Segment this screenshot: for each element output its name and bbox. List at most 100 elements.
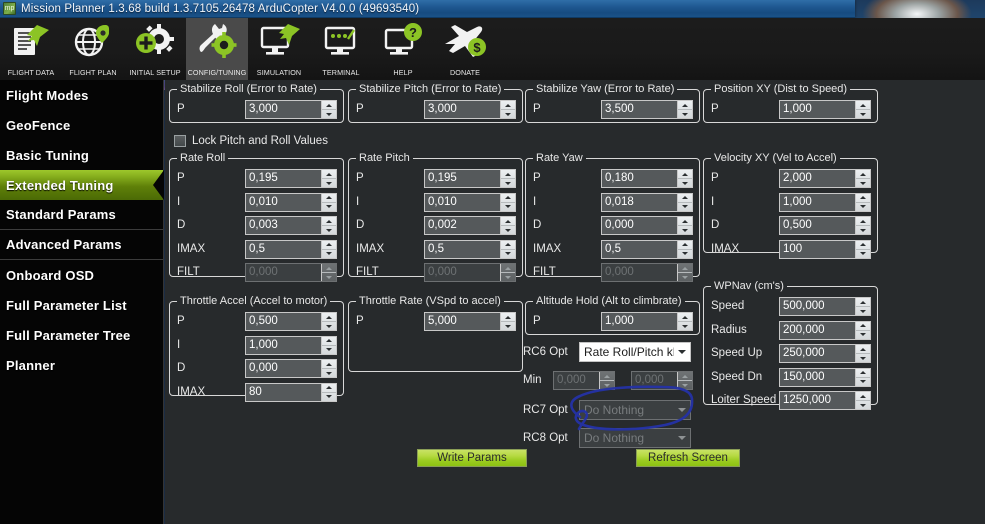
spinner-down-button[interactable] — [322, 179, 336, 187]
checkbox-box[interactable] — [174, 135, 186, 147]
param-input-wpnav-speed-up-spinner[interactable] — [855, 345, 870, 362]
toolbar-button-initial-setup[interactable]: INITIAL SETUP — [124, 18, 186, 80]
spinner-down-button[interactable] — [501, 250, 515, 258]
spinner-down-button[interactable] — [678, 203, 692, 211]
spinner-up-button[interactable] — [322, 194, 336, 203]
sidebar-item-standard-params[interactable]: Standard Params — [0, 200, 163, 230]
param-input-throttle-accel-p[interactable]: 0,500 — [245, 312, 337, 331]
param-input-rate-yaw-d-spinner[interactable] — [677, 217, 692, 234]
param-input-rate-pitch-p-spinner[interactable] — [500, 170, 515, 187]
param-input-throttle-accel-i-spinner[interactable] — [321, 336, 336, 354]
param-input-rate-yaw-i-spinner[interactable] — [677, 193, 692, 211]
param-input-position-xy-p[interactable]: 1,000 — [779, 100, 871, 119]
spinner-up-button[interactable] — [501, 101, 515, 110]
sidebar-item-full-parameter-tree[interactable]: Full Parameter Tree — [0, 320, 163, 350]
param-input-rate-pitch-p-value[interactable]: 0,195 — [425, 170, 500, 187]
spinner-down-button[interactable] — [856, 203, 870, 211]
param-input-throttle-accel-imax[interactable]: 80 — [245, 382, 337, 402]
spinner-down-button[interactable] — [678, 110, 692, 118]
spinner-down-button[interactable] — [856, 250, 870, 258]
spinner-down-button[interactable] — [678, 322, 692, 330]
spinner-down-button[interactable] — [856, 354, 870, 362]
param-input-velocity-xy-p-spinner[interactable] — [855, 170, 870, 187]
spinner-up-button[interactable] — [322, 313, 336, 322]
param-input-rate-pitch-d-value[interactable]: 0,002 — [425, 217, 500, 234]
param-input-velocity-xy-i[interactable]: 1,000 — [779, 192, 871, 212]
spinner-up-button[interactable] — [501, 217, 515, 226]
param-input-rate-roll-imax-value[interactable]: 0,5 — [246, 240, 321, 258]
param-input-throttle-accel-p-value[interactable]: 0,500 — [246, 313, 321, 330]
param-input-throttle-accel-i[interactable]: 1,000 — [245, 335, 337, 355]
param-input-wpnav-loiter-speed[interactable]: 1250,000 — [779, 391, 871, 410]
spinner-up-button[interactable] — [856, 101, 870, 110]
param-input-rate-pitch-imax-spinner[interactable] — [500, 240, 515, 258]
chevron-down-icon[interactable] — [674, 343, 690, 361]
param-input-wpnav-radius-spinner[interactable] — [855, 321, 870, 339]
param-input-throttle-accel-d-spinner[interactable] — [321, 360, 336, 377]
param-input-throttle-rate-p-spinner[interactable] — [500, 313, 515, 330]
param-input-velocity-xy-d-value[interactable]: 0,500 — [780, 217, 855, 234]
param-input-throttle-accel-d-value[interactable]: 0,000 — [246, 360, 321, 377]
param-input-stabilize-pitch-p-value[interactable]: 3,000 — [425, 101, 500, 118]
spinner-up-button[interactable] — [322, 217, 336, 226]
spinner-up-button[interactable] — [678, 170, 692, 179]
param-input-velocity-xy-d-spinner[interactable] — [855, 217, 870, 234]
param-input-velocity-xy-p[interactable]: 2,000 — [779, 169, 871, 188]
spinner-up-button[interactable] — [856, 217, 870, 226]
spinner-down-button[interactable] — [856, 110, 870, 118]
param-input-stabilize-pitch-p-spinner[interactable] — [500, 101, 515, 118]
spinner-down-button[interactable] — [856, 378, 870, 386]
param-input-velocity-xy-d[interactable]: 0,500 — [779, 216, 871, 235]
spinner-down-button[interactable] — [856, 307, 870, 315]
spinner-down-button[interactable] — [678, 179, 692, 187]
spinner-up-button[interactable] — [501, 241, 515, 250]
param-input-rate-roll-p-spinner[interactable] — [321, 170, 336, 187]
param-input-throttle-rate-p-value[interactable]: 5,000 — [425, 313, 500, 330]
param-input-rate-pitch-d[interactable]: 0,002 — [424, 216, 516, 235]
sidebar-item-basic-tuning[interactable]: Basic Tuning — [0, 140, 163, 170]
param-input-velocity-xy-imax[interactable]: 100 — [779, 239, 871, 259]
spinner-up-button[interactable] — [322, 337, 336, 346]
toolbar-button-flight-data[interactable]: FLIGHT DATA — [0, 18, 62, 80]
param-input-rate-roll-p-value[interactable]: 0,195 — [246, 170, 321, 187]
param-input-rate-roll-i-value[interactable]: 0,010 — [246, 193, 321, 211]
param-input-rate-pitch-i-value[interactable]: 0,010 — [425, 193, 500, 211]
param-input-throttle-accel-p-spinner[interactable] — [321, 313, 336, 330]
param-input-stabilize-roll-p-spinner[interactable] — [321, 101, 336, 118]
toolbar-button-simulation[interactable]: SIMULATION — [248, 18, 310, 80]
param-input-throttle-rate-p[interactable]: 5,000 — [424, 312, 516, 331]
param-input-rate-pitch-p[interactable]: 0,195 — [424, 169, 516, 188]
sidebar-item-advanced-params[interactable]: Advanced Params — [0, 230, 163, 260]
param-input-stabilize-yaw-p-spinner[interactable] — [677, 101, 692, 118]
param-input-rate-roll-imax[interactable]: 0,5 — [245, 239, 337, 259]
param-input-stabilize-roll-p-value[interactable]: 3,000 — [246, 101, 321, 118]
param-input-rate-yaw-p[interactable]: 0,180 — [601, 169, 693, 188]
param-input-velocity-xy-i-value[interactable]: 1,000 — [780, 193, 855, 211]
sidebar-item-extended-tuning[interactable]: Extended Tuning — [0, 170, 164, 200]
sidebar-item-flight-modes[interactable]: Flight Modes — [0, 80, 163, 110]
param-input-wpnav-loiter-speed-value[interactable]: 1250,000 — [780, 392, 855, 409]
param-input-stabilize-pitch-p[interactable]: 3,000 — [424, 100, 516, 119]
param-input-velocity-xy-i-spinner[interactable] — [855, 193, 870, 211]
spinner-down-button[interactable] — [322, 369, 336, 377]
param-input-wpnav-radius-value[interactable]: 200,000 — [780, 321, 855, 339]
spinner-down-button[interactable] — [856, 401, 870, 409]
param-input-position-xy-p-value[interactable]: 1,000 — [780, 101, 855, 118]
param-input-position-xy-p-spinner[interactable] — [855, 101, 870, 118]
refresh-screen-button[interactable]: Refresh Screen — [636, 449, 740, 467]
param-input-rate-roll-d-value[interactable]: 0,003 — [246, 217, 321, 234]
param-input-throttle-accel-i-value[interactable]: 1,000 — [246, 336, 321, 354]
lock-pitch-roll-checkbox[interactable]: Lock Pitch and Roll Values — [174, 135, 328, 147]
param-input-rate-yaw-d[interactable]: 0,000 — [601, 216, 693, 235]
spinner-up-button[interactable] — [856, 392, 870, 401]
spinner-down-button[interactable] — [678, 250, 692, 258]
spinner-up-button[interactable] — [678, 217, 692, 226]
spinner-down-button[interactable] — [322, 110, 336, 118]
spinner-up-button[interactable] — [501, 194, 515, 203]
spinner-down-button[interactable] — [322, 203, 336, 211]
param-input-rate-pitch-i[interactable]: 0,010 — [424, 192, 516, 212]
spinner-down-button[interactable] — [322, 393, 336, 401]
param-input-rate-yaw-imax-spinner[interactable] — [677, 240, 692, 258]
param-input-rate-roll-d-spinner[interactable] — [321, 217, 336, 234]
param-input-altitude-hold-p-spinner[interactable] — [677, 313, 692, 330]
